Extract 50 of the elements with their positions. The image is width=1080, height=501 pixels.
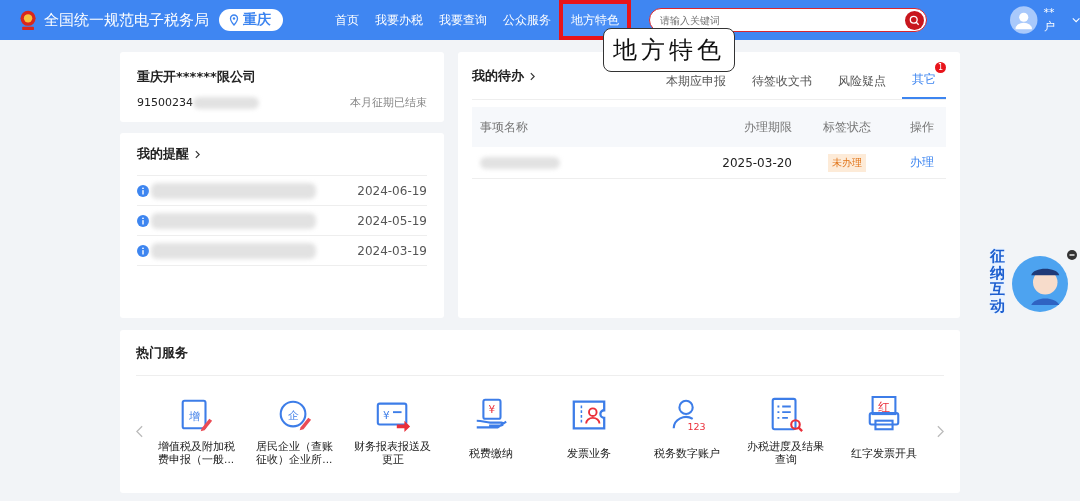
service-item[interactable]: ¥ 税费缴纳 bbox=[447, 396, 534, 466]
column-header: 办理期限 bbox=[743, 118, 792, 136]
site-title: 全国统一规范电子税务局 bbox=[44, 10, 210, 30]
reminders-link[interactable]: 我的提醒 bbox=[137, 145, 189, 163]
tax-id: 91500234 bbox=[137, 96, 193, 109]
nav-tab[interactable]: 我要查询 bbox=[431, 0, 496, 40]
company-name: 重庆开******限公司 bbox=[137, 68, 257, 86]
service-item[interactable]: ¥ 财务报表报送及更正 bbox=[349, 396, 436, 466]
assistant-avatar-icon[interactable] bbox=[1012, 256, 1068, 312]
assistant-label[interactable]: 征纳互动 bbox=[990, 248, 1005, 314]
column-header: 标签状态 bbox=[822, 118, 872, 136]
reminder-date: 2024-06-19 bbox=[357, 183, 427, 198]
nav-tab[interactable]: 公众服务 bbox=[495, 0, 560, 40]
user-name[interactable]: **户 bbox=[1043, 6, 1064, 34]
search-field[interactable]: 请输入关键词 bbox=[649, 8, 928, 32]
service-item[interactable]: 企 居民企业（查账征收）企业所... bbox=[251, 396, 338, 466]
minimize-icon[interactable] bbox=[1067, 250, 1077, 260]
section-title: 热门服务 bbox=[136, 330, 944, 376]
chevron-down-icon[interactable] bbox=[1071, 17, 1080, 23]
callout-tooltip: 地方特色 bbox=[603, 28, 735, 72]
reminder-date: 2024-05-19 bbox=[357, 213, 427, 228]
chevron-right-icon[interactable] bbox=[195, 149, 200, 159]
info-icon bbox=[137, 244, 149, 257]
service-item[interactable]: 红 红字发票开具 bbox=[840, 396, 927, 466]
service-item[interactable]: 增 增值税及附加税费申报（一般... bbox=[153, 396, 240, 466]
todo-tab[interactable]: 风险疑点 bbox=[828, 73, 896, 99]
status-tag: 未办理 bbox=[828, 153, 866, 172]
blurred-text bbox=[193, 96, 259, 109]
info-icon bbox=[137, 184, 149, 197]
column-header: 事项名称 bbox=[479, 118, 529, 136]
service-item[interactable]: 办税进度及结果查询 bbox=[742, 396, 829, 466]
table-cell-text: 2025-03-20 bbox=[721, 155, 792, 170]
todo-tab[interactable]: 待签收文书 bbox=[742, 73, 822, 99]
todo-link[interactable]: 我的待办 bbox=[472, 67, 524, 85]
chevron-right-icon[interactable] bbox=[530, 71, 535, 81]
nav-tab[interactable]: 我要办税 bbox=[367, 0, 432, 40]
todo-tab[interactable]: 本期应申报 bbox=[656, 73, 736, 99]
column-header: 操作 bbox=[908, 118, 935, 136]
location-selector[interactable]: 重庆 bbox=[219, 9, 284, 31]
count-badge: 1 bbox=[935, 62, 946, 73]
service-item[interactable]: 发票业务 bbox=[546, 396, 633, 466]
info-icon bbox=[137, 214, 149, 227]
nav-tab[interactable]: 首页 bbox=[327, 0, 368, 40]
user-avatar-icon[interactable] bbox=[1010, 5, 1038, 35]
search-icon[interactable] bbox=[905, 10, 925, 30]
period-status: 本月征期已结束 bbox=[350, 95, 427, 110]
location-pin-icon bbox=[229, 14, 240, 26]
service-item[interactable]: 123 税务数字账户 bbox=[644, 396, 731, 466]
reminder-date: 2024-03-19 bbox=[357, 243, 427, 258]
action-link[interactable]: 办理 bbox=[909, 154, 934, 171]
